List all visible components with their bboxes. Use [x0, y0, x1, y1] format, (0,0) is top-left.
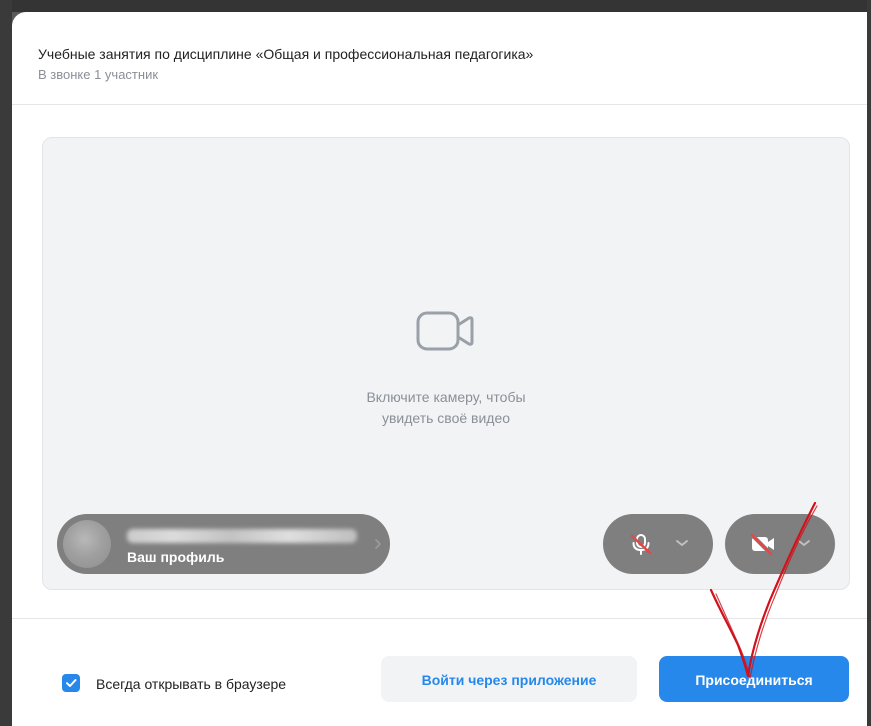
microphone-toggle[interactable]	[603, 514, 713, 574]
chevron-down-icon[interactable]	[797, 538, 811, 548]
camera-hint: Включите камеру, чтобы увидеть своё виде…	[296, 387, 596, 429]
join-button[interactable]: Присоединиться	[659, 656, 849, 702]
dialog-header: Учебные занятия по дисциплине «Общая и п…	[12, 12, 867, 105]
always-open-in-browser-label[interactable]: Всегда открывать в браузере	[96, 676, 286, 692]
camera-hint-line-1: Включите камеру, чтобы	[366, 389, 526, 405]
avatar	[63, 520, 111, 568]
camera-hint-line-2: увидеть своё видео	[381, 410, 511, 426]
mic-off-icon	[630, 534, 652, 555]
always-open-in-browser-checkbox[interactable]	[62, 674, 80, 692]
participants-count: В звонке 1 участник	[38, 67, 159, 82]
chevron-down-icon[interactable]	[675, 538, 689, 548]
user-name-redacted	[127, 529, 357, 543]
join-call-dialog: Учебные занятия по дисциплине «Общая и п…	[12, 12, 867, 726]
profile-label: Ваш профиль	[127, 549, 225, 565]
window-frame-left	[0, 0, 12, 726]
camera-toggle[interactable]	[725, 514, 835, 574]
video-preview: Включите камеру, чтобы увидеть своё виде…	[42, 137, 850, 590]
window-frame-top	[0, 0, 871, 12]
dialog-footer: Всегда открывать в браузере Войти через …	[12, 618, 867, 726]
camera-off-icon	[750, 533, 774, 556]
checkmark-icon	[66, 679, 77, 687]
video-camera-icon	[416, 311, 474, 351]
chevron-right-icon	[375, 539, 381, 549]
profile-button[interactable]: Ваш профиль	[57, 514, 390, 574]
window-frame-right	[867, 0, 871, 726]
call-title: Учебные занятия по дисциплине «Общая и п…	[38, 46, 534, 62]
open-in-app-button[interactable]: Войти через приложение	[381, 656, 637, 702]
